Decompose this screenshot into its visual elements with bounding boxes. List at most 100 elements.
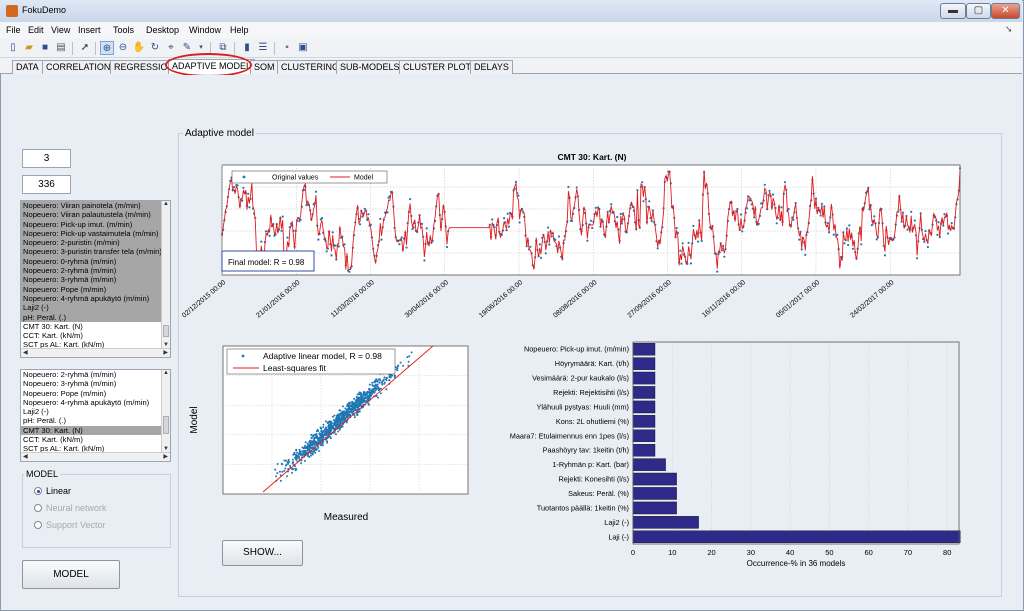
scroll-thumb[interactable] — [163, 325, 169, 337]
menu-window[interactable]: Window — [189, 25, 221, 35]
edit-plot-arrow-icon[interactable]: ➚ — [78, 41, 92, 55]
list-item[interactable]: CCT: Kart. (kN/m) — [21, 435, 162, 444]
original-value-point — [819, 214, 822, 217]
original-value-point — [538, 243, 541, 246]
list-item[interactable]: Nopeuero: 2-puristin (m/min) — [21, 238, 162, 248]
scatter-y-label: Model — [189, 406, 200, 433]
list-item[interactable]: Laji2 (-) — [21, 407, 162, 416]
original-value-point — [248, 206, 251, 209]
save-icon[interactable]: ■ — [38, 41, 52, 55]
pan-hand-icon[interactable]: ✋ — [132, 41, 146, 55]
tab-clustering[interactable]: CLUSTERING — [277, 60, 344, 74]
tab-delays[interactable]: DELAYS — [470, 60, 513, 74]
input-variables-list[interactable]: Nopeuero: Viiran painotela (m/min) Nopeue… — [20, 200, 171, 358]
list-item[interactable]: CCT: Kart. (kN/m) — [21, 331, 162, 340]
bar-chart-bars — [632, 342, 961, 543]
list-item[interactable]: CMT 30: Kart. (N) — [21, 322, 162, 331]
scatter-point — [351, 410, 354, 413]
scroll-left-icon[interactable]: ◀ — [23, 349, 28, 356]
insert-colorbar-icon[interactable]: ▮ — [240, 41, 254, 55]
list-item[interactable]: CMT 30: Kart. (N) — [21, 425, 162, 436]
original-value-point — [868, 208, 871, 211]
list-item[interactable]: Nopeuero: 3-ryhmä (m/min) — [21, 275, 162, 285]
minimize-button[interactable]: ▬ — [940, 3, 966, 19]
zoom-in-icon[interactable]: ⊕ — [100, 41, 114, 55]
scroll-left-icon[interactable]: ◀ — [23, 453, 28, 460]
menu-desktop[interactable]: Desktop — [146, 25, 179, 35]
list-item[interactable]: Nopeuero: Pope (m/min) — [21, 284, 162, 294]
vertical-scrollbar[interactable]: ▲ ▼ — [161, 201, 170, 348]
hide-plot-tools-icon[interactable]: ▪ — [280, 41, 294, 55]
vertical-scrollbar[interactable]: ▲ ▼ — [161, 370, 170, 452]
list-item[interactable]: Nopeuero: Pick-up vastaimutela (m/min) — [21, 228, 162, 239]
tab-cluster-plots[interactable]: CLUSTER PLOTS — [399, 60, 482, 74]
zoom-out-icon[interactable]: ⊖ — [116, 41, 130, 55]
menu-insert[interactable]: Insert — [78, 25, 101, 35]
list-item[interactable]: pH: Peräl. (.) — [21, 312, 162, 322]
menu-view[interactable]: View — [51, 25, 70, 35]
parameter-input-2[interactable]: 336 — [22, 175, 71, 194]
list-item[interactable]: Nopeuero: 4-ryhmä apukäytö (m/min) — [21, 293, 162, 304]
scatter-point — [383, 381, 386, 384]
horizontal-scrollbar[interactable]: ◀ ▶ — [21, 452, 170, 461]
list-item[interactable]: Nopeuero: Viiran palautustela (m/min) — [21, 210, 162, 220]
x-tick-label: 60 — [864, 548, 872, 557]
open-file-icon[interactable]: ▰ — [22, 41, 36, 55]
menu-dock-arrow-icon[interactable]: ➘ — [1005, 24, 1013, 35]
menu-tools[interactable]: Tools — [113, 25, 134, 35]
output-variables-list[interactable]: Nopeuero: 2-ryhmä (m/min) Nopeuero: 3-ryh… — [20, 369, 171, 462]
close-button[interactable]: ✕ — [991, 3, 1020, 19]
tab-som[interactable]: SOM — [250, 60, 279, 74]
list-item[interactable]: Laji2 (-) — [21, 303, 162, 313]
menu-help[interactable]: Help — [230, 25, 249, 35]
scroll-right-icon[interactable]: ▶ — [163, 349, 168, 356]
scroll-thumb[interactable] — [163, 416, 169, 434]
scatter-point — [339, 426, 342, 429]
list-item[interactable]: Nopeuero: Pick-up imut. (m/min) — [21, 219, 162, 229]
scroll-up-icon[interactable]: ▲ — [162, 201, 170, 207]
occurrence-bar — [632, 501, 677, 515]
list-item[interactable]: Nopeuero: Pope (m/min) — [21, 389, 162, 398]
radio-linear[interactable]: Linear — [34, 486, 71, 496]
scatter-point — [354, 401, 357, 404]
new-figure-icon[interactable]: ▯ — [6, 41, 20, 55]
maximize-button[interactable]: ▢ — [966, 3, 991, 19]
scroll-up-icon[interactable]: ▲ — [162, 370, 170, 376]
show-button[interactable]: SHOW... — [222, 540, 303, 566]
tab-sub-models[interactable]: SUB-MODELS — [336, 60, 404, 74]
scatter-point — [364, 395, 367, 398]
list-item[interactable]: Nopeuero: Viiran painotela (m/min) — [21, 201, 162, 211]
x-tick-label: 0 — [631, 548, 635, 557]
title-bar[interactable] — [0, 0, 1022, 22]
scatter-point — [318, 436, 321, 439]
list-item[interactable]: Nopeuero: 0-ryhmä (m/min) — [21, 256, 162, 267]
horizontal-scrollbar[interactable]: ◀ ▶ — [21, 348, 170, 357]
list-item[interactable]: pH: Peräl. (.) — [21, 416, 162, 425]
scatter-point — [281, 463, 284, 466]
data-cursor-icon[interactable]: ⌖ — [164, 41, 178, 55]
menu-edit[interactable]: Edit — [28, 25, 44, 35]
x-tick-label: 05/01/2017 00:00 — [775, 279, 821, 319]
original-value-point — [348, 270, 351, 273]
list-item[interactable]: Nopeuero: 3-ryhmä (m/min) — [21, 379, 162, 388]
tab-data[interactable]: DATA — [12, 60, 43, 74]
model-button[interactable]: MODEL — [22, 560, 120, 589]
print-icon[interactable]: ▤ — [54, 41, 68, 55]
list-item[interactable]: Nopeuero: 2-ryhmä (m/min) — [21, 266, 162, 276]
list-item[interactable]: Nopeuero: 3-puristin transfer tela (m/mi… — [21, 247, 162, 257]
insert-legend-icon[interactable]: ☰ — [256, 41, 270, 55]
tab-correlation[interactable]: CORRELATION — [42, 60, 115, 74]
menu-file[interactable]: File — [6, 25, 21, 35]
list-item[interactable]: Nopeuero: 4-ryhmä apukäytö (m/min) — [21, 398, 162, 407]
scatter-point — [287, 462, 290, 465]
scatter-point — [366, 390, 369, 393]
scatter-point — [350, 405, 353, 407]
list-item[interactable]: Nopeuero: 2-ryhmä (m/min) — [21, 370, 162, 379]
parameter-input-1[interactable]: 3 — [22, 149, 71, 168]
radio-linear-dot[interactable] — [34, 487, 42, 495]
show-plot-tools-icon[interactable]: ▣ — [296, 41, 310, 55]
scroll-right-icon[interactable]: ▶ — [163, 453, 168, 460]
rotate-3d-icon[interactable]: ↻ — [148, 41, 162, 55]
original-value-point — [506, 212, 509, 215]
scatter-point — [344, 407, 347, 410]
